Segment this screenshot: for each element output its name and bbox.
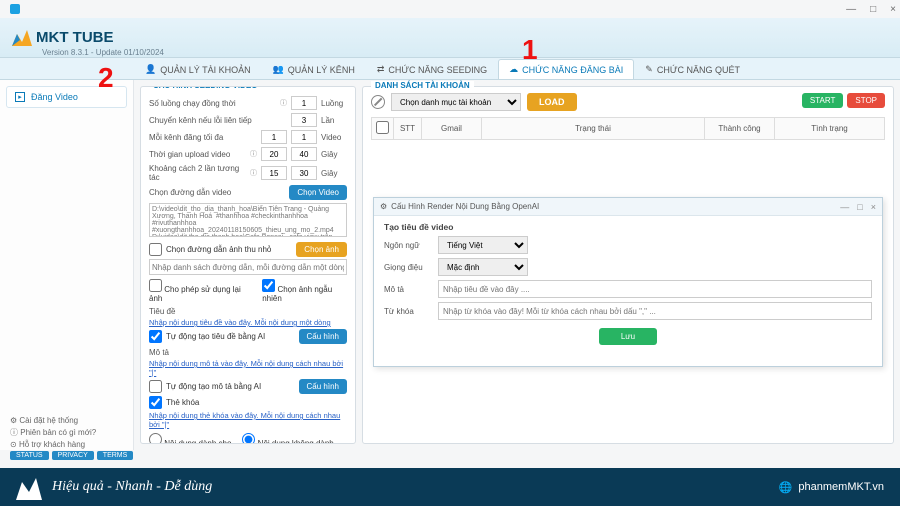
accounts-table: STT Gmail Trạng thái Thành công Tình trạ…	[371, 117, 885, 140]
config-panel: CẤU HÌNH SEEDING VIDEO Số luồng chạy đồn…	[140, 86, 356, 444]
thumb-list-input[interactable]	[149, 259, 347, 275]
ai-desc-checkbox[interactable]	[149, 380, 162, 393]
modal-desc-input[interactable]	[438, 280, 872, 298]
main-tabs: 👤QUẢN LÝ TÀI KHOẢN 👥QUẢN LÝ KÊNH ⇄CHỨC N…	[0, 58, 900, 80]
desc-content-link[interactable]: Nhập nội dung mô tả vào đây. Mỗi nội dun…	[149, 359, 347, 377]
status-pill[interactable]: STATUS	[10, 451, 49, 460]
tab-channels[interactable]: 👥QUẢN LÝ KÊNH	[262, 59, 366, 79]
config-panel-title: CẤU HÌNH SEEDING VIDEO	[149, 86, 261, 90]
load-button[interactable]: LOAD	[527, 93, 577, 111]
video-paths-textarea[interactable]: D:\video\dit_tho_dia_thanh_hoa\Biển Tiên…	[149, 203, 347, 237]
retry-input[interactable]	[291, 113, 317, 127]
ai-title-checkbox[interactable]	[149, 330, 162, 343]
thumb-checkbox[interactable]	[149, 243, 162, 256]
sidebar: ▸ Đăng Video	[0, 80, 134, 450]
upload-time-min[interactable]	[261, 147, 287, 161]
tab-seeding[interactable]: ⇄CHỨC NĂNG SEEDING	[366, 59, 498, 79]
users-icon: 👥	[273, 64, 284, 75]
modal-section-title: Tạo tiêu đề video	[384, 222, 872, 232]
cloud-icon: ☁	[509, 64, 518, 75]
gap-max[interactable]	[291, 166, 317, 180]
maximize-button[interactable]: □	[870, 4, 876, 15]
version-label: Version 8.3.1 - Update 01/10/2024	[42, 48, 164, 57]
max-video-max[interactable]	[291, 130, 317, 144]
openai-config-modal: ⚙Cấu Hình Render Nội Dung Bằng OpenAI — …	[373, 197, 883, 367]
not-kids-radio[interactable]	[242, 433, 255, 444]
footer-site[interactable]: 🌐 phanmemMKT.vn	[779, 481, 884, 494]
gear-icon: ⚙	[380, 202, 387, 211]
stop-button[interactable]: STOP	[847, 93, 885, 108]
tagline: Hiệu quả - Nhanh - Dễ dùng	[52, 479, 212, 495]
tone-select[interactable]: Mặc định	[438, 258, 528, 276]
user-icon: 👤	[145, 64, 156, 75]
tab-posting[interactable]: ☁CHỨC NĂNG ĐĂNG BÀI	[498, 59, 634, 79]
random-img-checkbox[interactable]	[262, 279, 275, 292]
annotation-2: 2	[98, 62, 114, 94]
select-all-checkbox[interactable]	[376, 121, 389, 134]
window-titlebar: — □ ×	[0, 0, 900, 18]
choose-thumb-button[interactable]: Chọn ảnh	[296, 242, 347, 257]
settings-link[interactable]: ⚙ Cài đặt hệ thống	[10, 416, 133, 425]
title-content-link[interactable]: Nhập nội dung tiêu đề vào đây. Mỗi nội d…	[149, 318, 347, 327]
app-logo: MKT TUBE	[12, 29, 114, 46]
start-button[interactable]: START	[802, 93, 843, 108]
privacy-pill[interactable]: PRIVACY	[52, 451, 94, 460]
footer: Hiệu quả - Nhanh - Dễ dùng 🌐 phanmemMKT.…	[0, 468, 900, 506]
max-video-min[interactable]	[261, 130, 287, 144]
accounts-panel: DANH SÁCH TÀI KHOẢN START STOP Chọn danh…	[362, 86, 894, 444]
tab-scrape[interactable]: ✎CHỨC NĂNG QUÉT	[634, 59, 751, 79]
pencil-icon: ✎	[645, 64, 653, 75]
close-button[interactable]: ×	[890, 4, 896, 15]
modal-minimize-button[interactable]: —	[840, 202, 849, 212]
accounts-panel-title: DANH SÁCH TÀI KHOẢN	[371, 81, 474, 90]
globe-icon: 🌐	[779, 481, 793, 494]
modal-close-button[interactable]: ×	[871, 202, 876, 212]
bottom-links: ⚙ Cài đặt hệ thống ⓘ Phiên bản có gì mới…	[10, 414, 133, 462]
tab-accounts[interactable]: 👤QUẢN LÝ TÀI KHOẢN	[134, 59, 262, 79]
info-icon: ⓘ	[280, 98, 287, 108]
info-icon: ⓘ	[250, 149, 257, 159]
app-icon	[10, 4, 20, 14]
support-link[interactable]: ⊙ Hỗ trợ khách hàng	[10, 440, 133, 449]
modal-title: Cấu Hình Render Nội Dung Bằng OpenAI	[391, 202, 539, 211]
config-title-button[interactable]: Cấu hình	[299, 329, 347, 344]
language-select[interactable]: Tiếng Việt	[438, 236, 528, 254]
modal-maximize-button[interactable]: □	[857, 202, 862, 212]
annotation-1: 1	[522, 34, 538, 66]
reuse-img-checkbox[interactable]	[149, 279, 162, 292]
footer-logo-icon	[16, 474, 42, 500]
terms-pill[interactable]: TERMS	[97, 451, 134, 460]
upload-time-max[interactable]	[291, 147, 317, 161]
forbidden-icon	[371, 95, 385, 109]
minimize-button[interactable]: —	[846, 4, 856, 15]
whatsnew-link[interactable]: ⓘ Phiên bản có gì mới?	[10, 427, 133, 438]
app-header: MKT TUBE Version 8.3.1 - Update 01/10/20…	[0, 18, 900, 58]
logo-icon	[12, 30, 32, 46]
gap-min[interactable]	[261, 166, 287, 180]
category-select[interactable]: Chọn danh mục tài khoản	[391, 93, 521, 111]
threads-input[interactable]	[291, 96, 317, 110]
swap-icon: ⇄	[377, 64, 385, 75]
modal-keyword-input[interactable]	[438, 302, 872, 320]
play-icon: ▸	[15, 92, 25, 102]
info-icon: ⓘ	[250, 168, 257, 178]
choose-video-button[interactable]: Chọn Video	[289, 185, 347, 200]
tag-content-link[interactable]: Nhập nội dung thẻ khóa vào đây. Mỗi nội …	[149, 411, 347, 429]
app-name: MKT TUBE	[36, 29, 114, 46]
kids-radio[interactable]	[149, 433, 162, 444]
tags-checkbox[interactable]	[149, 396, 162, 409]
config-desc-button[interactable]: Cấu hình	[299, 379, 347, 394]
modal-save-button[interactable]: Lưu	[599, 328, 657, 345]
